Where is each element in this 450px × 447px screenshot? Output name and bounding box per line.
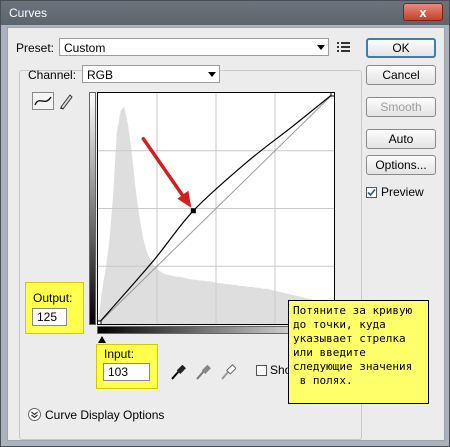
show-clipping-checkbox[interactable] xyxy=(256,365,267,376)
instruction-note: Потяните за кривую до точки, куда указыв… xyxy=(288,300,429,404)
preset-options-icon[interactable] xyxy=(337,41,351,53)
endpoint-white xyxy=(330,93,334,97)
black-point-slider[interactable] xyxy=(98,336,106,343)
preset-value: Custom xyxy=(64,41,106,55)
window-title: Curves xyxy=(9,6,48,20)
white-eyedropper-icon[interactable] xyxy=(220,363,237,381)
curve-display-options-label[interactable]: Curve Display Options xyxy=(45,408,164,422)
curve-point-icon xyxy=(34,96,52,106)
preset-label: Preset: xyxy=(16,41,55,55)
curve-graph[interactable] xyxy=(97,92,335,325)
input-label: Input: xyxy=(104,347,135,361)
smooth-button[interactable]: Smooth xyxy=(366,97,436,117)
checkmark-icon xyxy=(367,188,376,197)
output-field[interactable]: 125 xyxy=(32,308,67,326)
close-button[interactable]: x xyxy=(403,3,443,21)
cancel-button[interactable]: Cancel xyxy=(366,65,436,85)
curve-point-tool[interactable] xyxy=(32,92,54,110)
ok-button[interactable]: OK xyxy=(366,38,436,58)
chevron-down-icon xyxy=(208,72,216,77)
channel-select[interactable]: RGB xyxy=(82,65,220,83)
output-gradient-bar xyxy=(89,92,96,325)
pencil-tool[interactable] xyxy=(58,92,74,110)
input-field[interactable]: 103 xyxy=(103,363,150,381)
close-icon: x xyxy=(419,4,427,20)
red-arrow-shaft xyxy=(141,137,189,203)
auto-button[interactable]: Auto xyxy=(366,129,436,149)
black-eyedropper-icon[interactable] xyxy=(170,363,186,381)
title-bar[interactable]: Curves x xyxy=(1,1,449,25)
chevron-down-icon xyxy=(317,45,325,50)
channel-label: Channel: xyxy=(28,68,77,82)
gray-eyedropper-icon[interactable] xyxy=(195,363,211,381)
curves-dialog: Curves x Preset: Custom OK Cancel Smooth… xyxy=(0,0,450,447)
options-button[interactable]: Options... xyxy=(366,155,436,175)
channel-value: RGB xyxy=(87,68,114,82)
curve-svg[interactable] xyxy=(98,93,334,324)
preset-select[interactable]: Custom xyxy=(59,38,329,56)
expand-options-icon[interactable] xyxy=(28,408,41,421)
output-label: Output: xyxy=(33,291,73,305)
preview-checkbox[interactable] xyxy=(366,187,377,198)
preview-label: Preview xyxy=(381,185,424,199)
pencil-icon xyxy=(60,94,73,110)
control-point xyxy=(190,208,196,214)
endpoint-black xyxy=(98,320,102,324)
